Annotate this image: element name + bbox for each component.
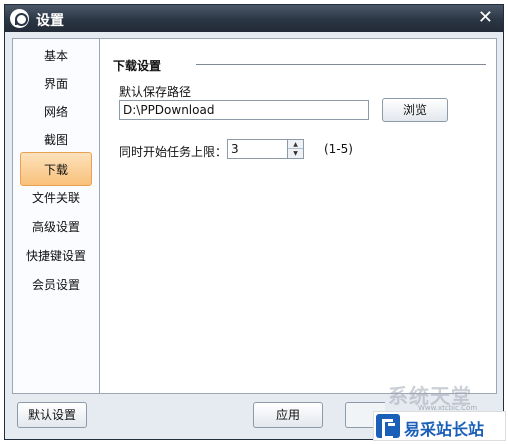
apply-button[interactable]: 应用 (253, 402, 323, 428)
site-name: 易采站长站 (404, 420, 485, 439)
browse-button[interactable]: 浏览 (382, 98, 448, 122)
settings-window: 设置 ✕ 基本 界面 网络 截图 下载 文件关联 高级设置 快捷键设置 会员设置… (4, 4, 504, 440)
sidebar-item-basic[interactable]: 基本 (13, 45, 99, 67)
section-divider (196, 64, 486, 65)
sidebar-item-shortcuts[interactable]: 快捷键设置 (13, 245, 99, 267)
settings-sidebar: 基本 界面 网络 截图 下载 文件关联 高级设置 快捷键设置 会员设置 (12, 38, 100, 394)
sidebar-item-interface[interactable]: 界面 (13, 73, 99, 95)
download-settings-panel: 下载设置 默认保存路径 浏览 同时开始任务上限： 3 ▲ ▼ (1-5) (100, 38, 497, 394)
stepper-up-icon[interactable]: ▲ (288, 140, 303, 149)
sidebar-item-screenshot[interactable]: 截图 (13, 129, 99, 151)
restore-defaults-button[interactable]: 默认设置 (17, 402, 87, 428)
site-badge: 易采站长站 (373, 411, 506, 441)
sidebar-item-download[interactable]: 下载 (20, 152, 92, 186)
sidebar-item-file-association[interactable]: 文件关联 (13, 187, 99, 209)
window-title: 设置 (36, 13, 64, 29)
app-logo-icon (10, 9, 29, 28)
sidebar-item-network[interactable]: 网络 (13, 101, 99, 123)
save-path-input[interactable] (119, 100, 369, 120)
task-limit-range: (1-5) (324, 142, 353, 156)
stepper-buttons: ▲ ▼ (287, 140, 303, 158)
task-limit-value[interactable]: 3 (231, 142, 239, 156)
sidebar-item-advanced[interactable]: 高级设置 (13, 216, 99, 238)
close-icon[interactable]: ✕ (478, 8, 493, 28)
site-logo-icon (376, 414, 400, 439)
section-title: 下载设置 (113, 59, 162, 73)
save-path-label: 默认保存路径 (119, 85, 192, 99)
stepper-down-icon[interactable]: ▼ (288, 149, 303, 158)
sidebar-item-membership[interactable]: 会员设置 (13, 274, 99, 296)
task-limit-stepper[interactable]: 3 ▲ ▼ (227, 139, 304, 159)
task-limit-label: 同时开始任务上限： (119, 145, 228, 159)
title-bar[interactable]: 设置 ✕ (5, 5, 503, 32)
